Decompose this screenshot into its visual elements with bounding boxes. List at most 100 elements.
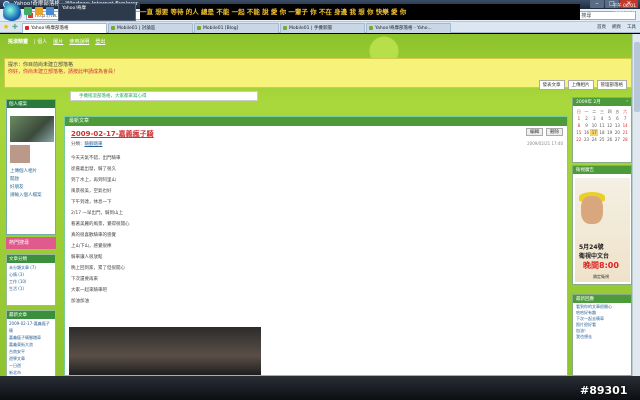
calendar-panel: 2009年 2月 › 日 一 二 三 四 五 六 1 2 3 4 5 6 7 8… bbox=[572, 97, 632, 163]
nav-sep: | 個人 bbox=[34, 39, 48, 45]
recent-post-item[interactable]: 一日遊 bbox=[9, 362, 53, 369]
category-item[interactable]: 未分類文章 (7) bbox=[9, 264, 53, 271]
post-line: 從嘉義出發，騎了很久 bbox=[71, 167, 116, 172]
calendar-day[interactable]: 23 bbox=[583, 136, 591, 143]
page-menu-button[interactable]: 網頁 bbox=[612, 23, 621, 32]
comment-item[interactable]: 我也想去 bbox=[576, 334, 628, 340]
calendar-day[interactable]: 21 bbox=[621, 129, 629, 136]
manage-blog-button[interactable]: 管理部落格 bbox=[596, 80, 627, 90]
calendar-day[interactable]: 11 bbox=[598, 122, 606, 129]
calendar-day[interactable]: 22 bbox=[575, 136, 583, 143]
watermark: #89301 bbox=[580, 384, 628, 397]
ad-banner[interactable]: 5月24號 衛視中文台 晚間8:00 鎖定衛視 bbox=[575, 178, 630, 282]
profile-link-edit[interactable]: 請輸入個人檔案 bbox=[10, 192, 53, 200]
web-page: 搖滾精靈 | 個人 圖片 使用說明 登出 提示：你目前尚未建立部落格 你好，你尚… bbox=[0, 34, 640, 376]
category-item[interactable]: 生活 (1) bbox=[9, 285, 53, 292]
calendar-day[interactable]: 24 bbox=[590, 136, 598, 143]
avatar[interactable] bbox=[10, 145, 30, 163]
post-date: 2009/02/21 17:40 bbox=[527, 141, 563, 146]
calendar-day-selected[interactable]: 17 bbox=[590, 129, 599, 136]
tab-2[interactable]: Mobile01 | 討論區 bbox=[108, 23, 193, 33]
calendar-day[interactable]: 2 bbox=[583, 115, 591, 122]
recent-post-item[interactable]: 遊學文章 bbox=[9, 355, 53, 362]
tab-1[interactable]: Yahoo!奇摩部落格 bbox=[22, 23, 107, 33]
nav-link-help[interactable]: 使用說明 bbox=[69, 38, 89, 46]
edit-post-button[interactable]: 編輯 bbox=[526, 128, 543, 136]
post-photo[interactable] bbox=[69, 327, 261, 375]
recent-post-item[interactable]: 2009-02-17-嘉義瘋子騎 bbox=[9, 320, 53, 334]
start-button[interactable] bbox=[3, 3, 21, 21]
calendar-day[interactable]: 10 bbox=[590, 122, 598, 129]
calendar-day[interactable]: 9 bbox=[583, 122, 591, 129]
notice-message[interactable]: 你好，你尚未建立部落格，請按此申請成為會員！ bbox=[8, 68, 118, 75]
profile-link-upload[interactable]: 上傳個人相片 bbox=[10, 168, 53, 176]
profile-link-open[interactable]: 開啟 bbox=[10, 176, 53, 184]
calendar-day[interactable]: 1 bbox=[575, 115, 583, 122]
calendar-day[interactable]: 5 bbox=[606, 115, 614, 122]
post-line: 到了水上，再到阿里山 bbox=[71, 178, 116, 183]
blog-brand[interactable]: 搖滾精靈 bbox=[8, 38, 28, 46]
tools-menu-button[interactable]: 工具 bbox=[627, 23, 636, 32]
quick-launch-icon[interactable] bbox=[46, 7, 54, 15]
add-favorite-icon[interactable]: ✚ bbox=[12, 24, 18, 31]
ad-time: 晚間8:00 bbox=[583, 261, 619, 270]
calendar-day[interactable]: 8 bbox=[575, 122, 583, 129]
calendar-day[interactable]: 18 bbox=[598, 129, 606, 136]
calendar-day[interactable]: 6 bbox=[614, 115, 622, 122]
post-line: 加油加油 bbox=[71, 299, 89, 304]
ad-header: 衛視廣告 bbox=[573, 166, 631, 174]
calendar-day[interactable]: 27 bbox=[614, 136, 622, 143]
calendar-day[interactable]: 4 bbox=[598, 115, 606, 122]
recent-posts-list: 2009-02-17-嘉義瘋子騎 嘉義瘋子騎腳踏車 嘉義東街大浪 台南安平 遊學… bbox=[7, 319, 55, 376]
favorites-star-icon[interactable]: ★ bbox=[3, 24, 9, 31]
recent-post-item[interactable]: 新北市 bbox=[9, 369, 53, 376]
category-item[interactable]: 工作 (10) bbox=[9, 278, 53, 285]
page-scrollbar[interactable] bbox=[632, 34, 640, 376]
weekday-label: 一 bbox=[584, 108, 589, 114]
delete-post-button[interactable]: 刪除 bbox=[546, 128, 563, 136]
profile-links: 上傳個人相片 開啟 好朋友 請輸入個人檔案 bbox=[10, 168, 53, 200]
post-article-button[interactable]: 發表文章 bbox=[538, 80, 565, 90]
calendar-day[interactable]: 20 bbox=[614, 129, 622, 136]
profile-link-friends[interactable]: 好朋友 bbox=[10, 184, 53, 192]
nav-link-photos[interactable]: 圖片 bbox=[53, 38, 63, 46]
calendar-day[interactable]: 13 bbox=[614, 122, 622, 129]
calendar-day[interactable]: 14 bbox=[621, 122, 629, 129]
weekday-label: 五 bbox=[615, 108, 620, 114]
calendar-day[interactable]: 26 bbox=[606, 136, 614, 143]
tab-5[interactable]: Yahoo!奇摩部落格 - Yaho... bbox=[366, 23, 451, 33]
calendar-day[interactable]: 7 bbox=[621, 115, 629, 122]
tray-date[interactable]: 2009/2/21 bbox=[582, 10, 636, 17]
taskbar-window-button[interactable]: Yahoo!奇摩 bbox=[58, 3, 136, 21]
home-button[interactable]: 首頁 bbox=[597, 23, 606, 32]
calendar-day[interactable]: 16 bbox=[583, 129, 591, 136]
calendar-day[interactable]: 25 bbox=[598, 136, 606, 143]
recent-post-item[interactable]: 嘉義瘋子騎腳踏車 bbox=[9, 334, 53, 341]
scrollbar-thumb[interactable] bbox=[634, 42, 640, 112]
nav-link-logout[interactable]: 登出 bbox=[95, 38, 105, 46]
hot-search-label[interactable]: 熱門搜尋 bbox=[6, 237, 56, 249]
calendar-day[interactable]: 3 bbox=[590, 115, 598, 122]
post-title[interactable]: 2009-02-17-嘉義瘋子騎 bbox=[71, 129, 154, 139]
post-category-link[interactable]: 騎腳踏車 bbox=[85, 142, 103, 147]
calendar-grid: 日 一 二 三 四 五 六 1 2 3 4 5 6 7 8 9 10 11 12… bbox=[575, 108, 629, 143]
tray-time[interactable]: 下午 06:01 bbox=[582, 3, 636, 10]
quick-launch-icon[interactable] bbox=[35, 7, 43, 15]
lyrics-ticker: 一直 想要 等待 的人 總是 不能 一起 不能 說 愛 你 一輩子 你 不在 身… bbox=[140, 4, 580, 20]
quick-launch-icon[interactable] bbox=[24, 7, 32, 15]
ad-panel: 衛視廣告 5月24號 衛視中文台 晚間8:00 鎖定衛視 bbox=[572, 165, 632, 285]
tab-3[interactable]: Mobile01 [Blog] bbox=[194, 23, 279, 33]
calendar-day[interactable]: 12 bbox=[606, 122, 614, 129]
category-item[interactable]: 心情 (3) bbox=[9, 271, 53, 278]
tab-4[interactable]: Mobile01 | 手機新聞 bbox=[280, 23, 365, 33]
calendar-header: 2009年 2月 › bbox=[573, 98, 631, 106]
calendar-day[interactable]: 15 bbox=[575, 129, 583, 136]
calendar-next-icon[interactable]: › bbox=[626, 99, 628, 105]
recent-post-item[interactable]: 嘉義東街大浪 bbox=[9, 341, 53, 348]
upload-photo-button[interactable]: 上傳相片 bbox=[567, 80, 594, 90]
recent-post-item[interactable]: 台南安平 bbox=[9, 348, 53, 355]
quick-launch bbox=[24, 7, 54, 15]
calendar-day[interactable]: 19 bbox=[606, 129, 614, 136]
profile-photo[interactable] bbox=[10, 116, 54, 142]
calendar-day[interactable]: 28 bbox=[621, 136, 629, 143]
